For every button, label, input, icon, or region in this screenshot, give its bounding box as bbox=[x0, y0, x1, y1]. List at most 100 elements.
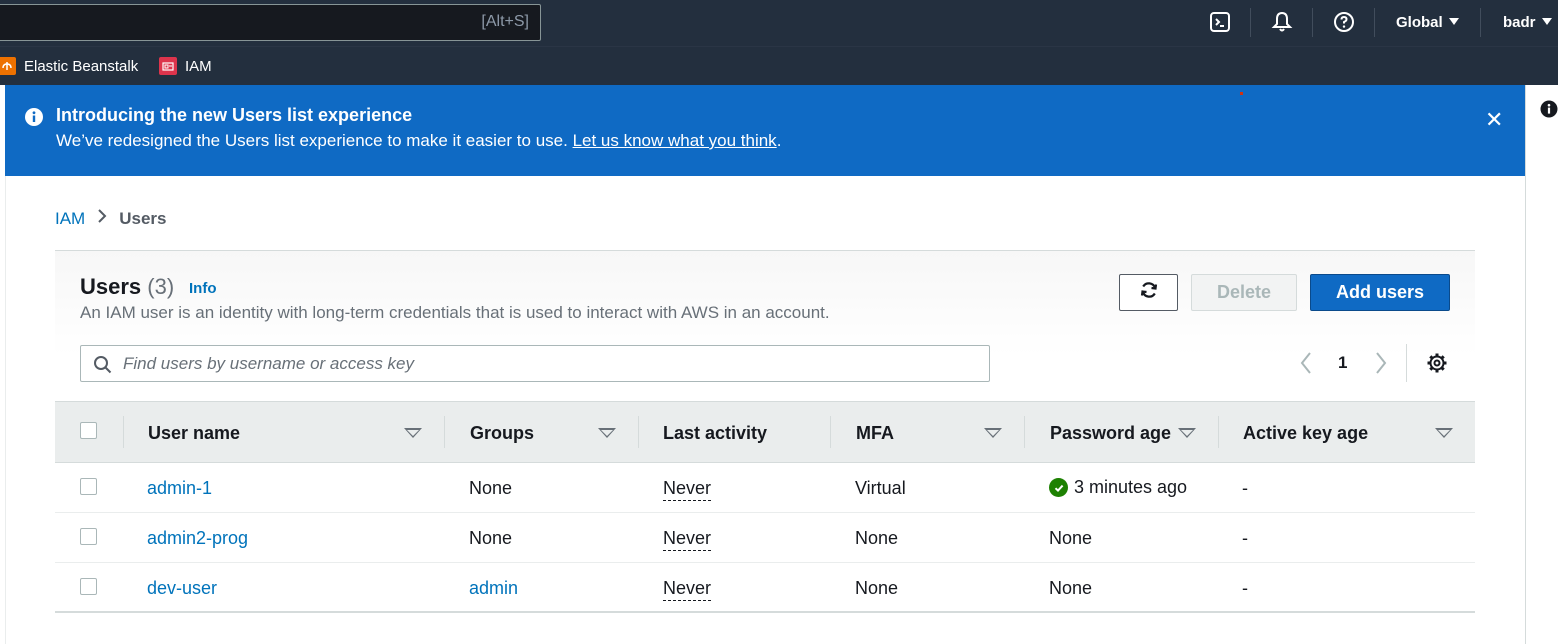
breadcrumb-iam[interactable]: IAM bbox=[55, 209, 85, 229]
region-label: Global bbox=[1396, 14, 1443, 31]
user-name-link[interactable]: admin2-prog bbox=[147, 528, 248, 549]
column-divider bbox=[1024, 416, 1025, 448]
last-activity-cell[interactable]: Never bbox=[663, 478, 712, 501]
search-input[interactable] bbox=[123, 352, 973, 376]
favorite-label: IAM bbox=[185, 57, 212, 75]
nav-divider bbox=[1312, 8, 1313, 37]
search-field bbox=[80, 345, 990, 382]
password-age-text: 3 minutes ago bbox=[1074, 477, 1188, 497]
groups-cell: None bbox=[469, 478, 513, 498]
user-name-link[interactable]: dev-user bbox=[147, 578, 217, 599]
gear-icon[interactable] bbox=[1426, 352, 1448, 379]
cloudshell-icon[interactable] bbox=[1208, 10, 1232, 34]
column-divider bbox=[123, 416, 124, 448]
mfa-cell: None bbox=[855, 578, 899, 598]
last-activity-cell[interactable]: Never bbox=[663, 578, 712, 601]
column-header-active-key-age[interactable]: Active key age bbox=[1243, 423, 1368, 444]
info-flashbar: Introducing the new Users list experienc… bbox=[5, 85, 1525, 176]
favorites-bar: Elastic Beanstalk IAM bbox=[0, 46, 1558, 85]
user-name-link[interactable]: admin-1 bbox=[147, 478, 212, 499]
column-divider bbox=[444, 416, 445, 448]
account-name: badr bbox=[1503, 14, 1536, 31]
feedback-link[interactable]: Let us know what you think bbox=[573, 131, 777, 150]
nav-panel-divider bbox=[5, 176, 6, 644]
column-header-password-age[interactable]: Password age bbox=[1050, 423, 1171, 444]
column-header-mfa[interactable]: MFA bbox=[856, 423, 894, 444]
delete-button[interactable]: Delete bbox=[1191, 274, 1297, 311]
last-activity-cell[interactable]: Never bbox=[663, 528, 712, 551]
column-header-user-name[interactable]: User name bbox=[148, 423, 240, 444]
current-page-number[interactable]: 1 bbox=[1338, 353, 1347, 373]
breadcrumb-current: Users bbox=[119, 208, 167, 228]
table-row: admin2-prog None Never None None - bbox=[55, 513, 1475, 563]
help-icon[interactable] bbox=[1332, 10, 1356, 34]
row-checkbox[interactable] bbox=[80, 528, 97, 545]
previous-page-icon[interactable] bbox=[1298, 350, 1314, 381]
favorite-elastic-beanstalk[interactable]: Elastic Beanstalk bbox=[0, 57, 138, 75]
page-description: An IAM user is an identity with long-ter… bbox=[80, 303, 830, 322]
table-row: dev-user admin Never None None - bbox=[55, 563, 1475, 613]
column-divider bbox=[638, 416, 639, 448]
nav-divider bbox=[1480, 8, 1481, 37]
table-row: admin-1 None Never Virtual 3 minutes ago… bbox=[55, 463, 1475, 513]
sort-icon[interactable] bbox=[1178, 428, 1196, 438]
password-age-cell: 3 minutes ago bbox=[1049, 477, 1187, 498]
chevron-down-icon bbox=[1448, 18, 1459, 25]
column-header-last-activity[interactable]: Last activity bbox=[663, 423, 767, 444]
bell-icon[interactable] bbox=[1270, 10, 1294, 34]
password-age-cell: None bbox=[1049, 578, 1093, 598]
refresh-icon bbox=[1139, 280, 1159, 305]
info-circle-icon bbox=[24, 107, 44, 132]
flashbar-title: Introducing the new Users list experienc… bbox=[56, 105, 413, 125]
elastic-beanstalk-icon bbox=[0, 57, 16, 75]
user-count: (3) bbox=[147, 274, 175, 299]
indicator-dot bbox=[1240, 92, 1243, 95]
breadcrumb: IAM Users bbox=[55, 208, 167, 229]
column-header-groups[interactable]: Groups bbox=[470, 423, 534, 444]
sort-icon[interactable] bbox=[598, 428, 616, 438]
account-menu[interactable]: badr bbox=[1503, 14, 1552, 31]
search-shortcut-hint: [Alt+S] bbox=[481, 13, 529, 30]
region-selector[interactable]: Global bbox=[1396, 14, 1459, 31]
flashbar-text: We’ve redesigned the Users list experien… bbox=[56, 131, 573, 150]
search-icon bbox=[93, 355, 112, 379]
row-checkbox[interactable] bbox=[80, 578, 97, 595]
close-icon[interactable]: ✕ bbox=[1485, 107, 1503, 133]
mfa-cell: Virtual bbox=[855, 478, 906, 498]
refresh-button[interactable] bbox=[1119, 274, 1178, 311]
flashbar-message: We’ve redesigned the Users list experien… bbox=[56, 131, 781, 151]
sort-icon[interactable] bbox=[984, 428, 1002, 438]
iam-icon bbox=[159, 57, 177, 75]
favorite-label: Elastic Beanstalk bbox=[24, 57, 139, 75]
success-check-icon bbox=[1049, 478, 1068, 497]
page-title: Users (3) bbox=[80, 274, 174, 300]
active-key-age-cell: - bbox=[1242, 578, 1248, 598]
table-header: User name Groups Last activity MFA Passw… bbox=[55, 401, 1475, 463]
title-text: Users bbox=[80, 274, 142, 299]
tools-panel-divider bbox=[1525, 85, 1526, 644]
info-link[interactable]: Info bbox=[189, 280, 217, 297]
mfa-cell: None bbox=[855, 528, 899, 548]
active-key-age-cell: - bbox=[1242, 528, 1248, 548]
add-users-button[interactable]: Add users bbox=[1310, 274, 1450, 311]
chevron-right-icon bbox=[97, 208, 107, 229]
service-search-input[interactable]: [Alt+S] bbox=[0, 4, 541, 41]
sort-icon[interactable] bbox=[1435, 428, 1453, 438]
sort-icon[interactable] bbox=[404, 428, 422, 438]
column-divider bbox=[1218, 416, 1219, 448]
password-age-cell: None bbox=[1049, 528, 1093, 548]
favorite-iam[interactable]: IAM bbox=[159, 57, 212, 75]
column-divider bbox=[830, 416, 831, 448]
groups-link[interactable]: admin bbox=[469, 578, 518, 599]
nav-divider bbox=[1250, 8, 1251, 37]
flashbar-suffix: . bbox=[776, 131, 782, 150]
tools-info-icon[interactable] bbox=[1540, 100, 1558, 123]
top-navigation: [Alt+S] Global badr bbox=[0, 0, 1558, 46]
select-all-checkbox[interactable] bbox=[80, 422, 97, 439]
pagination-divider bbox=[1406, 344, 1407, 382]
groups-cell: None bbox=[469, 528, 513, 548]
row-checkbox[interactable] bbox=[80, 478, 97, 495]
nav-divider bbox=[1374, 8, 1375, 37]
chevron-down-icon bbox=[1541, 18, 1552, 25]
next-page-icon[interactable] bbox=[1373, 350, 1389, 381]
